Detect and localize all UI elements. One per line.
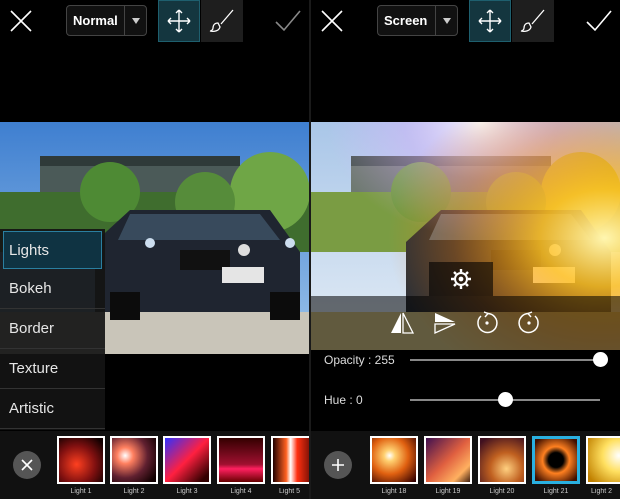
blend-mode-select[interactable]: Screen bbox=[377, 5, 458, 36]
thumbnail[interactable] bbox=[586, 436, 620, 484]
flip-vertical-icon[interactable] bbox=[432, 310, 458, 336]
close-circle-icon[interactable] bbox=[13, 451, 41, 479]
opacity-slider-track[interactable] bbox=[410, 359, 600, 361]
thumbnail-label: Light 4 bbox=[230, 488, 252, 495]
thumbnail[interactable] bbox=[110, 436, 158, 484]
thumbnail-label: Light 3 bbox=[176, 488, 198, 495]
brush-icon bbox=[209, 9, 234, 33]
category-texture[interactable]: Texture bbox=[0, 349, 105, 389]
thumbnail-label: Light 5 bbox=[279, 488, 301, 495]
thumbnail-label: Light 20 bbox=[489, 488, 515, 495]
move-tool-button[interactable] bbox=[469, 0, 511, 42]
hue-label: Hue : 0 bbox=[324, 393, 363, 407]
move-icon bbox=[167, 9, 191, 33]
thumbnail-label: Light 19 bbox=[435, 488, 461, 495]
move-tool-button[interactable] bbox=[158, 0, 200, 42]
thumbnail-label: Light 1 bbox=[70, 488, 92, 495]
top-toolbar: Screen bbox=[311, 0, 620, 42]
category-lights[interactable]: Lights bbox=[3, 231, 102, 269]
rotate-right-icon[interactable] bbox=[516, 310, 542, 336]
thumbnail[interactable] bbox=[478, 436, 526, 484]
brush-tool-button[interactable] bbox=[201, 0, 243, 42]
thumbnail[interactable] bbox=[424, 436, 472, 484]
thumbnail-strip: Light 18 Light 19 Light 20 Light 21 Ligh… bbox=[311, 431, 620, 499]
thumbnail[interactable] bbox=[271, 436, 309, 484]
settings-button[interactable] bbox=[429, 262, 493, 296]
thumbnail-label: Light 18 bbox=[381, 488, 407, 495]
flip-horizontal-icon[interactable] bbox=[389, 310, 415, 336]
blend-mode-label: Screen bbox=[384, 13, 428, 28]
hue-slider-knob[interactable] bbox=[497, 392, 513, 407]
plus-circle-icon[interactable] bbox=[324, 451, 352, 479]
thumbnail-label: Light 2 bbox=[591, 488, 613, 495]
thumbnail[interactable] bbox=[217, 436, 265, 484]
left-screen: Normal Lights Bokeh Border Texture Artis… bbox=[0, 0, 309, 499]
top-toolbar: Normal bbox=[0, 0, 309, 42]
thumbnail[interactable] bbox=[57, 436, 105, 484]
close-icon[interactable] bbox=[6, 6, 36, 36]
blend-mode-label: Normal bbox=[73, 13, 118, 28]
thumbnail-strip: Light 1 Light 2 Light 3 Light 4 Light 5 bbox=[0, 431, 309, 499]
transform-toolbar bbox=[311, 296, 620, 352]
chevron-down-icon bbox=[124, 6, 146, 35]
thumbnail-label: Light 2 bbox=[123, 488, 145, 495]
thumbnail-label: Light 21 bbox=[543, 488, 569, 495]
category-bokeh[interactable]: Bokeh bbox=[0, 269, 105, 309]
thumbnail[interactable] bbox=[532, 436, 580, 484]
right-screen: Screen Opacity: 255 Hue: 0 Light 18 Li… bbox=[311, 0, 620, 499]
rotate-left-icon[interactable] bbox=[474, 310, 500, 336]
check-icon[interactable] bbox=[584, 6, 614, 36]
opacity-slider-knob[interactable] bbox=[592, 352, 608, 367]
brush-tool-button[interactable] bbox=[512, 0, 554, 42]
blend-mode-select[interactable]: Normal bbox=[66, 5, 147, 36]
move-icon bbox=[478, 9, 502, 33]
brush-icon bbox=[520, 9, 545, 33]
check-icon[interactable] bbox=[273, 6, 303, 36]
opacity-label: Opacity : 255 bbox=[324, 353, 395, 367]
category-list: Lights Bokeh Border Texture Artistic bbox=[0, 229, 105, 430]
category-artistic[interactable]: Artistic bbox=[0, 389, 105, 429]
thumbnail[interactable] bbox=[163, 436, 211, 484]
thumbnail[interactable] bbox=[370, 436, 418, 484]
adjustment-panel: Opacity : 255 Hue : 0 bbox=[311, 350, 620, 430]
close-icon[interactable] bbox=[317, 6, 347, 36]
chevron-down-icon bbox=[435, 6, 457, 35]
category-border[interactable]: Border bbox=[0, 309, 105, 349]
gear-icon bbox=[451, 269, 471, 289]
